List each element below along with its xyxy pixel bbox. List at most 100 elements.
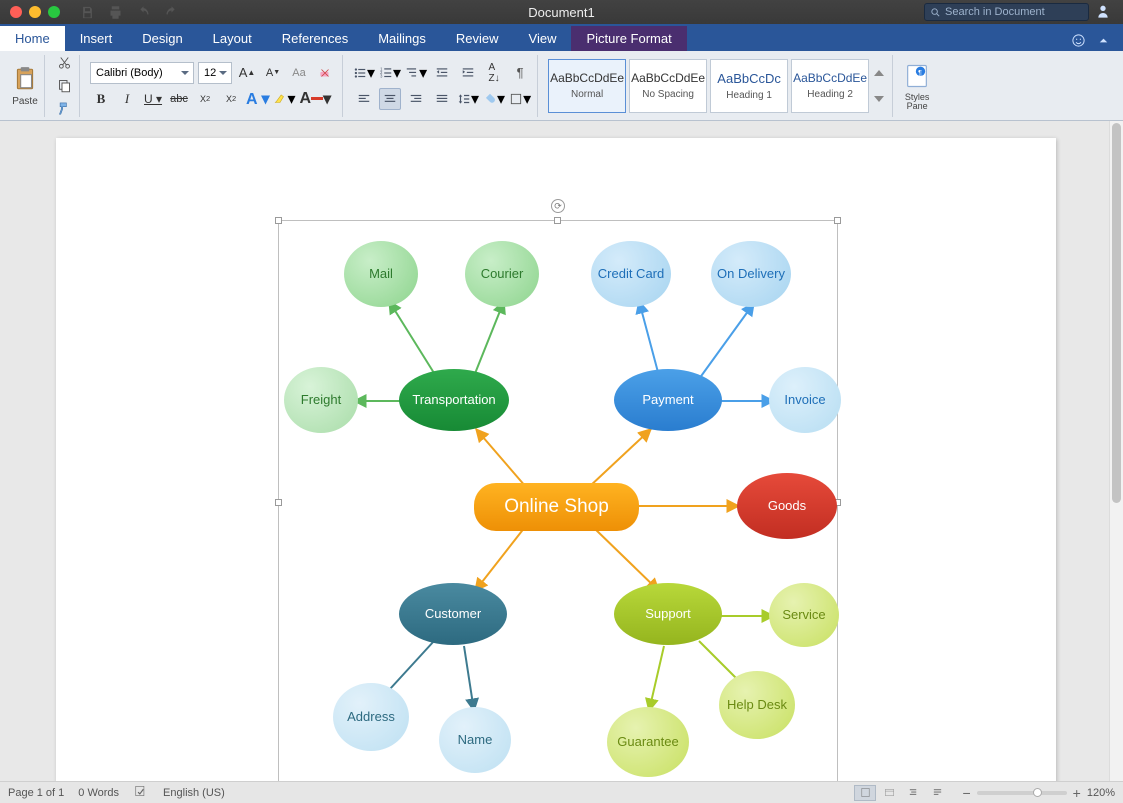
tab-mailings[interactable]: Mailings xyxy=(363,26,441,51)
collapse-ribbon-icon[interactable] xyxy=(1096,33,1111,51)
tab-home[interactable]: Home xyxy=(0,26,65,51)
node-support: Support xyxy=(614,583,722,645)
shading-icon[interactable]: ▾ xyxy=(483,88,505,110)
grow-font-icon[interactable]: A▲ xyxy=(236,62,258,84)
node-delivery: On Delivery xyxy=(711,241,791,307)
page-indicator[interactable]: Page 1 of 1 xyxy=(8,787,64,799)
clear-formatting-icon[interactable] xyxy=(314,62,336,84)
window-controls xyxy=(0,6,60,18)
document-title: Document1 xyxy=(528,5,594,20)
ribbon-tabs: Home Insert Design Layout References Mai… xyxy=(0,24,1123,51)
bullets-icon[interactable]: ▾ xyxy=(353,62,375,84)
tab-insert[interactable]: Insert xyxy=(65,26,128,51)
font-size-select[interactable]: 12 xyxy=(198,62,232,84)
align-right-icon[interactable] xyxy=(405,88,427,110)
shrink-font-icon[interactable]: A▼ xyxy=(262,62,284,84)
node-credit: Credit Card xyxy=(591,241,671,307)
node-payment: Payment xyxy=(614,369,722,431)
highlight-icon[interactable]: ▾ xyxy=(273,88,295,110)
decrease-indent-icon[interactable] xyxy=(431,62,453,84)
borders-icon[interactable]: ▾ xyxy=(509,88,531,110)
print-icon[interactable] xyxy=(106,3,124,21)
scrollbar-thumb[interactable] xyxy=(1112,123,1121,503)
print-layout-view-icon[interactable] xyxy=(854,785,876,801)
style-heading-1[interactable]: AaBbCcDcHeading 1 xyxy=(710,59,788,113)
redo-icon[interactable] xyxy=(162,3,180,21)
tab-references[interactable]: References xyxy=(267,26,363,51)
undo-icon[interactable] xyxy=(134,3,152,21)
italic-button[interactable]: I xyxy=(116,88,138,110)
style-normal[interactable]: AaBbCcDdEeNormal xyxy=(548,59,626,113)
change-case-icon[interactable]: Aa xyxy=(288,62,310,84)
vertical-scrollbar[interactable] xyxy=(1109,121,1123,781)
node-service: Service xyxy=(769,583,839,647)
language-indicator[interactable]: English (US) xyxy=(163,787,225,799)
increase-indent-icon[interactable] xyxy=(457,62,479,84)
zoom-window[interactable] xyxy=(48,6,60,18)
group-styles: AaBbCcDdEeNormal AaBbCcDdEeNo Spacing Aa… xyxy=(542,55,893,117)
spellcheck-icon[interactable] xyxy=(133,784,149,801)
strikethrough-button[interactable]: abc xyxy=(168,88,190,110)
picture-selection[interactable]: ⟳ xyxy=(278,220,838,781)
numbering-icon[interactable]: 123▾ xyxy=(379,62,401,84)
quick-access-toolbar xyxy=(78,3,180,21)
search-placeholder: Search in Document xyxy=(945,6,1045,18)
sort-icon[interactable]: AZ↓ xyxy=(483,62,505,84)
zoom-level[interactable]: 120% xyxy=(1087,787,1115,799)
subscript-button[interactable]: X2 xyxy=(194,88,216,110)
style-heading-2[interactable]: AaBbCcDdEeHeading 2 xyxy=(791,59,869,113)
node-name: Name xyxy=(439,707,511,773)
cut-icon[interactable] xyxy=(55,55,73,72)
node-courier: Courier xyxy=(465,241,539,307)
multilevel-list-icon[interactable]: ▾ xyxy=(405,62,427,84)
word-count[interactable]: 0 Words xyxy=(78,787,119,799)
rotate-handle[interactable]: ⟳ xyxy=(551,199,565,213)
node-helpdesk: Help Desk xyxy=(719,671,795,739)
web-layout-view-icon[interactable] xyxy=(878,785,900,801)
font-color-icon[interactable]: A▾ xyxy=(300,88,332,110)
underline-button[interactable]: U ▾ xyxy=(142,88,164,110)
page: ⟳ xyxy=(56,138,1056,781)
feedback-icon[interactable] xyxy=(1071,33,1086,51)
styles-pane-button[interactable]: ¶ Styles Pane xyxy=(897,59,937,113)
draft-view-icon[interactable] xyxy=(926,785,948,801)
node-address: Address xyxy=(333,683,409,751)
styles-pane-icon: ¶ xyxy=(903,61,931,91)
font-name-select[interactable]: Calibri (Body) xyxy=(90,62,194,84)
close-window[interactable] xyxy=(10,6,22,18)
save-icon[interactable] xyxy=(78,3,96,21)
tab-layout[interactable]: Layout xyxy=(198,26,267,51)
tab-design[interactable]: Design xyxy=(127,26,197,51)
style-no-spacing[interactable]: AaBbCcDdEeNo Spacing xyxy=(629,59,707,113)
styles-scroll-up-icon[interactable] xyxy=(874,69,884,77)
copy-icon[interactable] xyxy=(55,77,73,94)
align-center-icon[interactable] xyxy=(379,88,401,110)
zoom-out-button[interactable]: − xyxy=(962,785,970,801)
search-input[interactable]: Search in Document xyxy=(924,3,1089,21)
line-spacing-icon[interactable]: ▾ xyxy=(457,88,479,110)
zoom-in-button[interactable]: + xyxy=(1073,785,1081,801)
text-effects-icon[interactable]: A ▾ xyxy=(246,88,269,110)
search-icon xyxy=(930,7,941,18)
document-area[interactable]: ⟳ xyxy=(0,121,1109,781)
node-guarantee: Guarantee xyxy=(607,707,689,777)
paste-icon[interactable] xyxy=(12,64,38,94)
format-painter-icon[interactable] xyxy=(55,100,73,117)
node-transportation: Transportation xyxy=(399,369,509,431)
tab-picture-format[interactable]: Picture Format xyxy=(571,26,686,51)
outline-view-icon[interactable] xyxy=(902,785,924,801)
show-marks-icon[interactable]: ¶ xyxy=(509,62,531,84)
zoom-thumb[interactable] xyxy=(1033,788,1042,797)
styles-scroll-down-icon[interactable] xyxy=(874,95,884,103)
zoom-slider[interactable] xyxy=(977,791,1067,795)
tab-view[interactable]: View xyxy=(514,26,572,51)
minimize-window[interactable] xyxy=(29,6,41,18)
align-left-icon[interactable] xyxy=(353,88,375,110)
status-bar: Page 1 of 1 0 Words English (US) − + 120… xyxy=(0,781,1123,803)
share-icon[interactable] xyxy=(1097,3,1113,22)
tab-review[interactable]: Review xyxy=(441,26,514,51)
superscript-button[interactable]: X2 xyxy=(220,88,242,110)
bold-button[interactable]: B xyxy=(90,88,112,110)
node-freight: Freight xyxy=(284,367,358,433)
justify-icon[interactable] xyxy=(431,88,453,110)
